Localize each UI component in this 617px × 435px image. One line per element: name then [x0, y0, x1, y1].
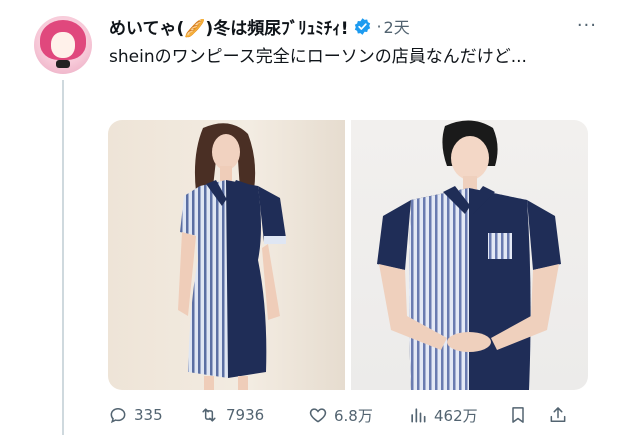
share-button[interactable]: [548, 405, 578, 425]
bookmark-icon: [508, 405, 528, 425]
media-image-dress[interactable]: [108, 120, 345, 390]
reply-icon: [108, 405, 128, 425]
tweet-actions: 335 7936 6.8万 462万: [108, 402, 588, 428]
display-name[interactable]: めいてゃ(🥖)冬は頻尿ﾌﾞﾘｭﾐﾁｨ!: [109, 14, 348, 39]
analytics-icon: [408, 405, 428, 425]
more-options-icon[interactable]: ···: [577, 15, 597, 36]
avatar-bow: [56, 60, 70, 68]
view-count: 462万: [434, 406, 478, 425]
tweet-header: めいてゃ(🥖)冬は頻尿ﾌﾞﾘｭﾐﾁｨ! · 2天 ···: [109, 13, 597, 39]
tweet-media[interactable]: [108, 120, 588, 390]
like-button[interactable]: 6.8万: [308, 405, 408, 426]
share-icon: [548, 405, 568, 425]
like-count: 6.8万: [334, 406, 373, 425]
dot-separator: ·: [376, 16, 382, 36]
retweet-count: 7936: [226, 406, 265, 424]
avatar[interactable]: [34, 16, 92, 74]
heart-icon: [308, 405, 328, 425]
reply-button[interactable]: 335: [108, 405, 198, 425]
retweet-icon: [198, 405, 220, 425]
reply-count: 335: [134, 406, 163, 424]
bookmark-button[interactable]: [508, 405, 548, 425]
verified-badge-icon: [353, 17, 372, 36]
media-image-uniform[interactable]: [351, 120, 588, 390]
retweet-button[interactable]: 7936: [198, 405, 308, 425]
timestamp[interactable]: 2天: [384, 14, 410, 38]
tweet-text: sheinのワンピース完全にローソンの店員なんだけど...: [109, 47, 527, 67]
avatar-face: [51, 32, 75, 58]
thread-line: [62, 80, 64, 435]
views-button[interactable]: 462万: [408, 405, 508, 426]
